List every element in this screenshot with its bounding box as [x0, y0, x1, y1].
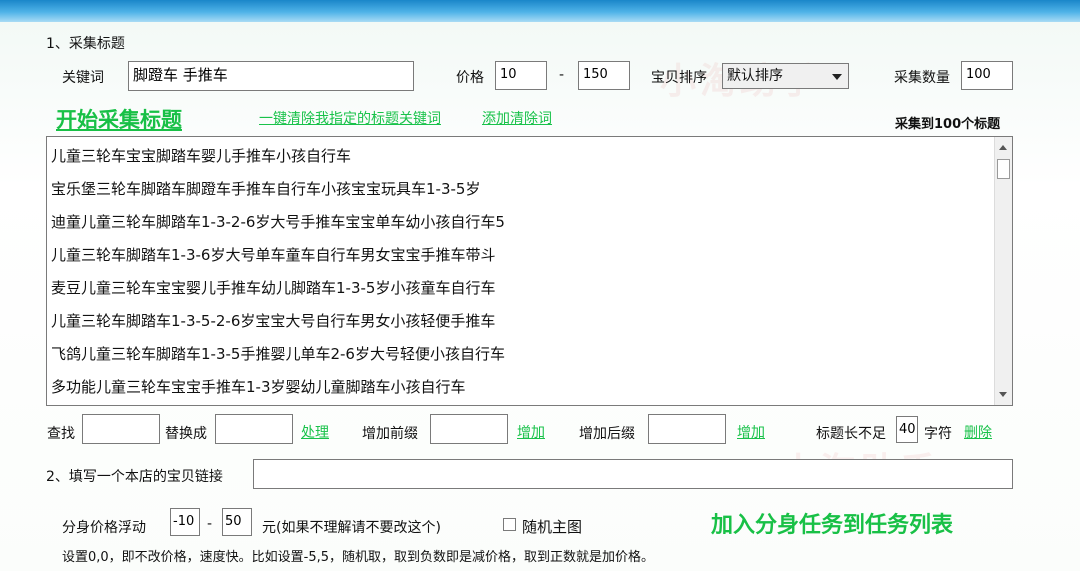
product-link-input[interactable]	[253, 459, 1013, 489]
start-collect-button[interactable]: 开始采集标题	[56, 104, 182, 134]
main-panel: 小淘助手 小淘助手 1、采集标题 关键词 脚蹬车 手推车 价格 10 - 150…	[0, 22, 1080, 571]
find-input[interactable]	[82, 414, 160, 444]
list-item[interactable]: 麦豆儿童三轮车宝宝婴儿手推车幼儿脚踏车1-3-5岁小孩童车自行车	[51, 277, 495, 298]
find-label: 查找	[47, 426, 75, 442]
float-note: 元(如果不理解请不要改这个)	[262, 520, 441, 536]
char-label: 字符	[924, 426, 952, 442]
process-link[interactable]: 处理	[301, 422, 329, 442]
count-label: 采集数量	[894, 70, 950, 86]
scroll-thumb[interactable]	[997, 159, 1010, 179]
collected-status: 采集到100个标题	[895, 117, 1001, 132]
short-length-label: 标题长不足	[816, 426, 886, 442]
list-item[interactable]: 多功能儿童三轮车宝宝手推车1-3岁婴幼儿童脚踏车小孩自行车	[51, 376, 466, 397]
replace-input[interactable]	[215, 414, 293, 444]
scroll-up-icon[interactable]	[999, 145, 1007, 150]
random-main-image-label: 随机主图	[522, 518, 583, 536]
list-item[interactable]: 飞鸽儿童三轮车脚踏车1-3-5手推婴儿单车2-6岁大号轻便小孩自行车	[51, 343, 505, 364]
short-length-input[interactable]: 40	[896, 416, 918, 443]
prefix-input[interactable]	[430, 414, 508, 444]
prefix-label: 增加前缀	[362, 426, 418, 442]
sort-label: 宝贝排序	[651, 70, 707, 86]
sort-dropdown[interactable]: 默认排序	[722, 63, 849, 89]
list-item[interactable]: 迪童儿童三轮车脚踏车1-3-2-6岁大号手推车宝宝单车幼小孩自行车5	[51, 211, 505, 232]
replace-label: 替换成	[165, 426, 207, 442]
add-suffix-link[interactable]: 增加	[737, 422, 765, 442]
float-min-input[interactable]: -10	[170, 508, 200, 536]
price-separator: -	[559, 67, 565, 83]
suffix-input[interactable]	[648, 414, 726, 444]
list-item[interactable]: 儿童三轮车宝宝脚踏车婴儿手推车小孩自行车	[51, 145, 351, 166]
suffix-label: 增加后缀	[579, 426, 635, 442]
list-item[interactable]: 儿童三轮车脚踏车1-3-5-2-6岁宝宝大号自行车男女小孩轻便手推车	[51, 310, 495, 331]
section-1-title: 1、采集标题	[46, 36, 125, 52]
list-item[interactable]: 儿童三轮车脚踏车1-3-6岁大号单车童车自行车男女宝宝手推车带斗	[51, 244, 495, 265]
title-list[interactable]: 儿童三轮车宝宝脚踏车婴儿手推车小孩自行车 宝乐堡三轮车脚踏车脚蹬车手推车自行车小…	[46, 136, 1013, 406]
list-item[interactable]: 宝乐堡三轮车脚踏车脚蹬车手推车自行车小孩宝宝玩具车1-3-5岁	[51, 178, 480, 199]
list-scrollbar[interactable]	[994, 137, 1012, 405]
price-min-input[interactable]: 10	[495, 61, 547, 90]
scroll-down-icon[interactable]	[999, 392, 1007, 397]
add-task-button[interactable]: 加入分身任务到任务列表	[711, 507, 953, 539]
delete-link[interactable]: 删除	[964, 422, 992, 442]
float-separator: -	[207, 516, 213, 532]
sort-selected-value: 默认排序	[727, 68, 783, 84]
price-hint: 设置0,0，即不改价格，速度快。比如设置-5,5，随机取，取到负数即是减价格，取…	[62, 550, 655, 565]
price-max-input[interactable]: 150	[578, 61, 630, 90]
add-clear-word-link[interactable]: 添加清除词	[482, 108, 552, 128]
price-label: 价格	[456, 70, 484, 86]
keyword-label: 关键词	[62, 70, 104, 86]
chevron-down-icon	[832, 74, 842, 80]
add-prefix-link[interactable]: 增加	[517, 422, 545, 442]
keyword-input[interactable]: 脚蹬车 手推车	[128, 61, 414, 91]
price-float-label: 分身价格浮动	[62, 520, 146, 536]
count-input[interactable]: 100	[961, 61, 1013, 90]
clear-keywords-link[interactable]: 一键清除我指定的标题关键词	[259, 108, 441, 128]
section-2-title: 2、填写一个本店的宝贝链接	[46, 469, 223, 485]
float-max-input[interactable]: 50	[222, 508, 252, 536]
random-main-image-checkbox[interactable]	[503, 518, 516, 531]
window-title-bar	[0, 0, 1080, 22]
